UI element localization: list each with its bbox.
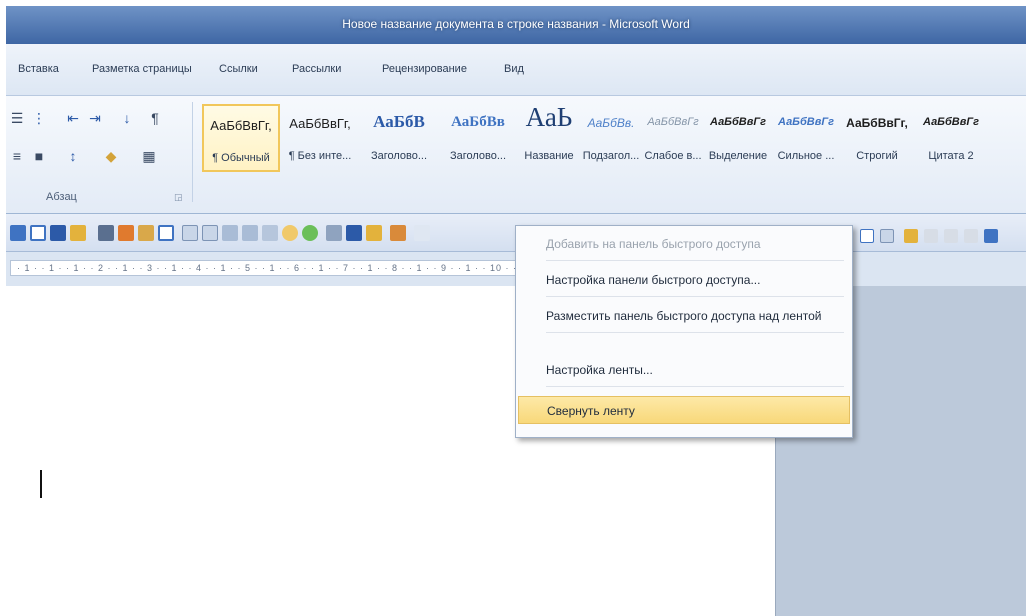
style-sample: АаБбВв. <box>587 116 635 130</box>
style-label: Заголово... <box>449 150 507 162</box>
style-sample: АаЬ <box>525 102 573 132</box>
style-sample: АаБбВвГг <box>709 116 766 128</box>
frame-icon[interactable] <box>158 225 174 241</box>
format-painter-icon[interactable] <box>118 225 134 241</box>
style-label: ¶ Обычный <box>212 152 270 164</box>
tab-references[interactable]: Ссылки <box>219 63 258 75</box>
pilcrow-icon[interactable]: ¶ <box>144 108 166 128</box>
table-style-icon[interactable] <box>326 225 342 241</box>
style-normal[interactable]: АаБбВвГг, ¶ Обычный <box>202 104 280 172</box>
tab-review[interactable]: Рецензирование <box>382 63 467 75</box>
multilevel-list-icon[interactable]: ⋮ <box>28 108 50 128</box>
line-icon[interactable] <box>944 229 958 243</box>
tab-mailings[interactable]: Рассылки <box>292 63 341 75</box>
sort-icon[interactable]: ↓ <box>116 108 138 128</box>
style-title[interactable]: АаЬ Название <box>518 102 580 172</box>
shape-fill-icon[interactable] <box>904 229 918 243</box>
menu-show-quick-access-above-ribbon[interactable]: Разместить панель быстрого доступа над л… <box>546 302 844 330</box>
diagonal-line-icon[interactable] <box>964 229 978 243</box>
style-label: Выделение <box>708 150 768 162</box>
green-circle-icon[interactable] <box>302 225 318 241</box>
style-quote-2[interactable]: АаБбВвГг Цитата 2 <box>914 104 988 172</box>
menu-customize-quick-access[interactable]: Настройка панели быстрого доступа... <box>546 266 844 294</box>
table-icon[interactable] <box>182 225 198 241</box>
split-cells-icon[interactable] <box>262 225 278 241</box>
style-intense-emphasis[interactable]: АаБбВвГг Сильное ... <box>772 104 840 172</box>
pointer-icon[interactable] <box>414 225 430 241</box>
ribbon: ☰ ⋮ ⇤ ⇥ ↓ ¶ ≡ ■ ↕ ◆ ▦ Абзац ◲ АаБбВвГг, … <box>6 96 1026 214</box>
style-sample: АаБбВвГг, <box>846 116 908 130</box>
numbering-icon[interactable]: ☰ <box>6 108 28 128</box>
style-label: Подзагол... <box>582 150 640 162</box>
style-subtitle[interactable]: АаБбВв. Подзагол... <box>580 104 642 172</box>
style-label: Сильное ... <box>777 150 835 162</box>
style-no-spacing[interactable]: АаБбВвГг, ¶ Без инте... <box>281 104 359 172</box>
paste-icon[interactable] <box>366 225 382 241</box>
text-cursor <box>40 470 42 498</box>
open-folder-icon[interactable] <box>70 225 86 241</box>
table-draw-icon[interactable] <box>880 229 894 243</box>
menu-divider <box>546 260 844 261</box>
window-title: Новое название документа в строке назван… <box>342 17 690 31</box>
align-justify-icon[interactable]: ≡ <box>6 146 28 166</box>
circle-shape-icon[interactable] <box>924 229 938 243</box>
context-menu: Добавить на панель быстрого доступа Наст… <box>515 225 853 438</box>
tab-insert[interactable]: Вставка <box>18 63 59 75</box>
style-sample: АаБбВвГг, <box>210 118 272 133</box>
borders-icon[interactable]: ▦ <box>134 146 164 166</box>
increase-indent-icon[interactable]: ⇥ <box>84 108 106 128</box>
align-full-icon[interactable]: ■ <box>28 146 50 166</box>
style-label: Цитата 2 <box>928 150 974 162</box>
style-sample: АаБбВв <box>451 114 505 130</box>
shading-icon[interactable]: ◆ <box>96 146 126 166</box>
style-sample: АаБбВвГг, <box>289 116 351 131</box>
group-divider <box>192 102 193 202</box>
style-heading-2[interactable]: АаБбВв Заголово... <box>439 104 517 172</box>
grid-icon[interactable] <box>202 225 218 241</box>
horizontal-ruler[interactable]: · 1 · · 1 · · 1 · · 2 · · 1 · · 3 · · 1 … <box>10 260 520 276</box>
paragraph-dialog-launcher-icon[interactable]: ◲ <box>174 192 183 203</box>
ribbon-tabs: Вставка Разметка страницы Ссылки Рассылк… <box>6 44 1026 96</box>
line-spacing-icon[interactable]: ↕ <box>62 146 84 166</box>
style-heading-1[interactable]: АаБбВ Заголово... <box>360 104 438 172</box>
decrease-indent-icon[interactable]: ⇤ <box>62 108 84 128</box>
menu-divider <box>546 386 844 387</box>
style-strong[interactable]: АаБбВвГг, Строгий <box>840 104 914 172</box>
menu-collapse-ribbon[interactable]: Свернуть ленту <box>518 396 850 424</box>
insert-column-icon[interactable] <box>242 225 258 241</box>
clipboard-icon[interactable] <box>138 225 154 241</box>
style-label: Название <box>524 150 574 162</box>
insert-row-icon[interactable] <box>222 225 238 241</box>
tab-view[interactable]: Вид <box>504 63 524 75</box>
new-document-icon[interactable] <box>30 225 46 241</box>
insert-table-icon[interactable] <box>346 225 362 241</box>
tab-page-layout[interactable]: Разметка страницы <box>92 63 192 75</box>
paragraph-group-label: Абзац <box>46 191 77 203</box>
menu-customize-ribbon[interactable]: Настройка ленты... <box>546 356 844 384</box>
bulb-icon[interactable] <box>282 225 298 241</box>
menu-divider <box>546 332 844 333</box>
style-sample: АаБбВвГг <box>647 116 699 128</box>
style-emphasis[interactable]: АаБбВвГг Выделение <box>704 104 772 172</box>
style-label: ¶ Без инте... <box>288 150 352 162</box>
menu-divider <box>546 296 844 297</box>
align-icon[interactable] <box>98 225 114 241</box>
style-label: Заголово... <box>370 150 428 162</box>
rectangle-icon[interactable] <box>984 229 998 243</box>
style-sample: АаБбВвГг <box>922 116 979 128</box>
fill-icon[interactable] <box>390 225 406 241</box>
style-label: Строгий <box>856 150 898 162</box>
title-bar: Новое название документа в строке назван… <box>6 6 1026 44</box>
style-sample: АаБбВ <box>373 112 425 131</box>
text-box-icon[interactable] <box>860 229 874 243</box>
style-subtle-emphasis[interactable]: АаБбВвГг Слабое в... <box>642 104 704 172</box>
menu-add-to-quick-access[interactable]: Добавить на панель быстрого доступа <box>546 230 844 258</box>
save-icon[interactable] <box>50 225 66 241</box>
style-label: Слабое в... <box>644 150 702 162</box>
list-icon[interactable] <box>10 225 26 241</box>
style-sample: АаБбВвГг <box>777 116 834 128</box>
